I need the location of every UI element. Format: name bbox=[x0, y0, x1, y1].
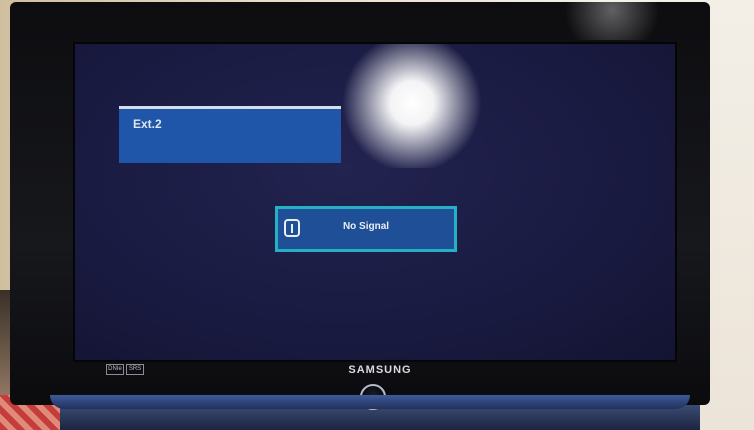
tv-bezel: Ext.2 No Signal DNIe SRS SAMSUNG bbox=[10, 2, 710, 410]
dnie-badge: DNIe bbox=[106, 364, 124, 375]
source-label: Ext.2 bbox=[133, 117, 162, 131]
srs-badge: SRS bbox=[126, 364, 144, 375]
source-banner: Ext.2 bbox=[119, 106, 341, 163]
no-signal-text: No Signal bbox=[342, 221, 390, 232]
photo-scene: Ext.2 No Signal DNIe SRS SAMSUNG bbox=[0, 0, 754, 430]
tv-bottom-band bbox=[50, 395, 690, 409]
light-glare bbox=[337, 44, 487, 168]
brand-logo: SAMSUNG bbox=[348, 364, 412, 376]
tv-screen: Ext.2 No Signal bbox=[73, 42, 677, 362]
top-flare bbox=[552, 0, 672, 40]
no-signal-dialog: No Signal bbox=[275, 206, 457, 252]
